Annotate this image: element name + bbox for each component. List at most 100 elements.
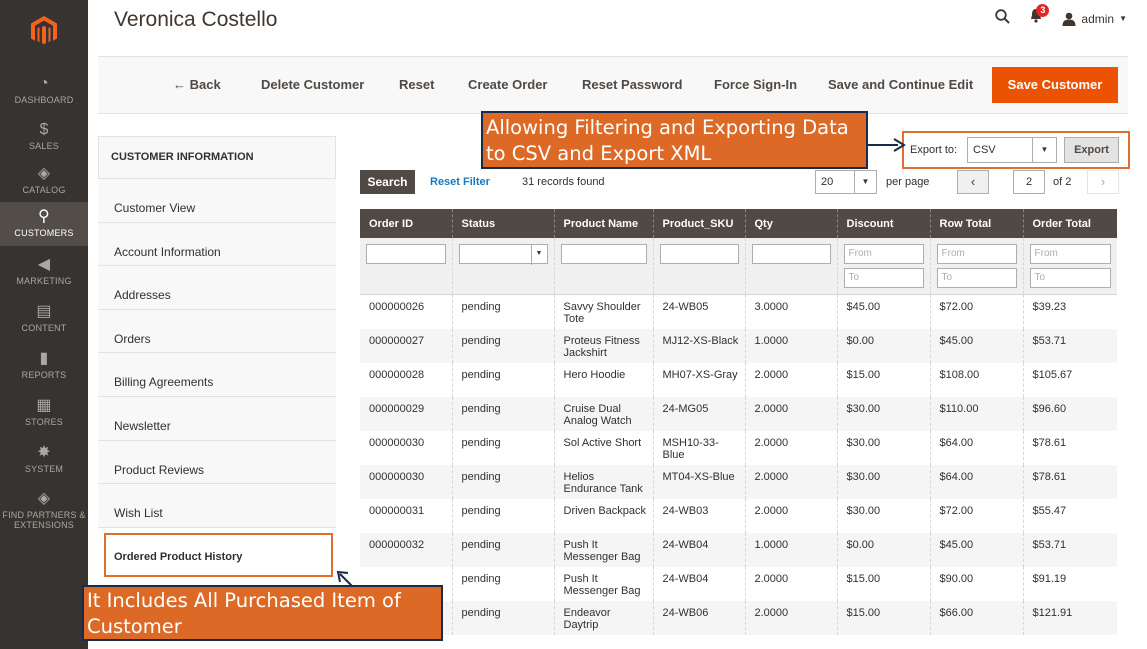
nav-item-customers[interactable]: ⚲ CUSTOMERS bbox=[0, 202, 88, 246]
box-icon: ◈ bbox=[37, 490, 51, 507]
chevron-down-icon: ▼ bbox=[530, 245, 547, 265]
create-order-button[interactable]: Create Order bbox=[468, 77, 547, 92]
table-cell: 24-WB05 bbox=[652, 294, 745, 329]
chevron-down-icon: ▼ bbox=[1119, 14, 1127, 23]
tab-orders[interactable]: Orders bbox=[98, 308, 336, 353]
notifications-bell-icon[interactable]: 3 bbox=[1028, 4, 1050, 29]
table-cell: Push It Messenger Bag bbox=[553, 532, 653, 567]
table-cell: 24-WB04 bbox=[652, 566, 745, 601]
table-row[interactable]: 000000030 pending Helios Endurance Tank MT0… bbox=[360, 464, 1117, 499]
column-header[interactable]: Status bbox=[451, 209, 554, 238]
range-from-input[interactable]: From bbox=[1029, 244, 1111, 264]
text-filter-input[interactable] bbox=[751, 244, 831, 264]
page-actions-toolbar: ← Back Delete Customer Reset Create Orde… bbox=[98, 56, 1128, 114]
column-header[interactable]: Discount bbox=[836, 209, 930, 238]
nav-item-label: SALES bbox=[28, 141, 60, 151]
table-cell: 24-MG05 bbox=[652, 396, 745, 431]
tab-customer-view[interactable]: Customer View bbox=[98, 178, 336, 222]
filter-cell bbox=[652, 238, 745, 295]
range-to-input[interactable]: To bbox=[843, 268, 924, 288]
column-header[interactable]: Product_SKU bbox=[652, 209, 745, 238]
tab-billing-agreements[interactable]: Billing Agreements bbox=[98, 352, 336, 396]
chevron-down-icon: ▼ bbox=[1032, 138, 1056, 162]
nav-item-label: FIND PARTNERS & EXTENSIONS bbox=[2, 510, 86, 530]
table-cell: Cruise Dual Analog Watch bbox=[553, 396, 653, 431]
table-row[interactable]: pending Endeavor Daytrip 24-WB06 2.0000 $15.… bbox=[360, 600, 1117, 635]
table-cell: $39.23 bbox=[1022, 294, 1117, 329]
table-cell: pending bbox=[451, 396, 554, 431]
nav-item-dashboard[interactable]: ◔ DASHBOARD bbox=[0, 69, 88, 113]
delete-customer-button[interactable]: Delete Customer bbox=[261, 77, 364, 92]
admin-username: admin bbox=[1081, 11, 1115, 26]
table-row[interactable]: pending Push It Messenger Bag 24-WB04 2.000… bbox=[360, 566, 1117, 601]
reset-filter-link[interactable]: Reset Filter bbox=[430, 176, 490, 188]
nav-item-content[interactable]: ▤ CONTENT bbox=[0, 297, 88, 341]
magento-logo-icon bbox=[31, 16, 57, 45]
tab-newsletter[interactable]: Newsletter bbox=[98, 395, 336, 440]
column-header[interactable]: Order ID bbox=[360, 209, 452, 238]
column-header[interactable]: Qty bbox=[744, 209, 837, 238]
force-signin-button[interactable]: Force Sign-In bbox=[714, 77, 797, 92]
back-button[interactable]: ← Back bbox=[173, 77, 221, 92]
save-customer-button[interactable]: Save Customer bbox=[992, 67, 1118, 103]
export-format-select[interactable]: CSV ▼ bbox=[967, 137, 1057, 163]
current-page-input[interactable]: 2 bbox=[1013, 170, 1045, 194]
nav-item-catalog[interactable]: ◈ CATALOG bbox=[0, 159, 88, 203]
save-and-continue-button[interactable]: Save and Continue Edit bbox=[828, 77, 973, 92]
table-cell: $45.00 bbox=[929, 328, 1023, 363]
range-to-input[interactable]: To bbox=[1029, 268, 1111, 288]
nav-item-find[interactable]: ◈ FIND PARTNERS & EXTENSIONS bbox=[0, 484, 88, 530]
search-icon[interactable] bbox=[995, 8, 1011, 29]
page-size-select[interactable]: 20 ▼ bbox=[815, 170, 877, 194]
next-page-button[interactable]: › bbox=[1087, 170, 1119, 194]
search-button[interactable]: Search bbox=[360, 170, 415, 194]
reset-button[interactable]: Reset bbox=[399, 77, 434, 92]
range-from-input[interactable]: From bbox=[843, 244, 924, 264]
table-row[interactable]: 000000031 pending Driven Backpack 24-WB03 2.… bbox=[360, 498, 1117, 533]
table-cell: 000000026 bbox=[369, 301, 425, 313]
table-row[interactable]: 000000030 pending Sol Active Short MSH10-33… bbox=[360, 430, 1117, 465]
text-filter-input[interactable] bbox=[560, 244, 647, 264]
table-row[interactable]: 000000029 pending Cruise Dual Analog Watch… bbox=[360, 396, 1117, 431]
page-scrollbar[interactable] bbox=[1141, 0, 1147, 649]
tab-account-information[interactable]: Account Information bbox=[98, 221, 336, 266]
nav-item-system[interactable]: ✸ SYSTEM bbox=[0, 438, 88, 482]
table-cell: MJ12-XS-Black bbox=[652, 328, 745, 363]
table-row[interactable]: 000000028 pending Hero Hoodie MH07-XS-Gray 2… bbox=[360, 362, 1117, 397]
status-filter-select[interactable]: ▼ bbox=[458, 244, 548, 265]
nav-item-marketing[interactable]: ◀ MARKETING bbox=[0, 250, 88, 294]
table-row[interactable]: 000000027 pending Proteus Fitness Jackshir… bbox=[360, 328, 1117, 363]
text-filter-input[interactable] bbox=[366, 244, 446, 264]
nav-item-stores[interactable]: ▦ STORES bbox=[0, 391, 88, 435]
callout-arrow-right bbox=[866, 138, 906, 152]
previous-page-button[interactable]: ‹ bbox=[957, 170, 989, 194]
table-cell: $105.67 bbox=[1022, 362, 1117, 397]
table-cell: $30.00 bbox=[836, 396, 930, 431]
range-to-input[interactable]: To bbox=[936, 268, 1017, 288]
admin-user-menu[interactable]: admin ▼ bbox=[1062, 12, 1127, 26]
reset-password-button[interactable]: Reset Password bbox=[582, 77, 682, 92]
range-from-input[interactable]: From bbox=[936, 244, 1017, 264]
export-button[interactable]: Export bbox=[1064, 137, 1119, 163]
nav-item-sales[interactable]: $ SALES bbox=[0, 115, 88, 159]
table-row[interactable]: 000000026 pending Savvy Shoulder Tote 24-WB… bbox=[360, 294, 1117, 329]
table-cell: pending bbox=[451, 566, 554, 601]
tab-product-reviews[interactable]: Product Reviews bbox=[98, 439, 336, 484]
table-row[interactable]: 000000032 pending Push It Messenger Bag 24-… bbox=[360, 532, 1117, 567]
nav-item-label: CUSTOMERS bbox=[14, 228, 74, 238]
table-cell: $66.00 bbox=[929, 600, 1023, 635]
table-cell: $64.00 bbox=[929, 430, 1023, 465]
text-filter-input[interactable] bbox=[659, 244, 739, 264]
table-cell: pending bbox=[451, 294, 554, 329]
tab-wish-list[interactable]: Wish List bbox=[98, 483, 336, 527]
ordered-products-grid: Order ID Status Product Name Product_SKU Qty… bbox=[360, 209, 1117, 635]
column-header[interactable]: Order Total bbox=[1022, 209, 1117, 238]
table-cell: $15.00 bbox=[836, 600, 930, 635]
chevron-right-icon: › bbox=[1100, 174, 1106, 189]
table-cell: MH07-XS-Gray bbox=[652, 362, 745, 397]
nav-item-reports[interactable]: ▮ REPORTS bbox=[0, 344, 88, 388]
column-header[interactable]: Product Name bbox=[553, 209, 653, 238]
column-header[interactable]: Row Total bbox=[929, 209, 1023, 238]
magento-logo[interactable] bbox=[0, 0, 88, 62]
tab-addresses[interactable]: Addresses bbox=[98, 265, 336, 309]
